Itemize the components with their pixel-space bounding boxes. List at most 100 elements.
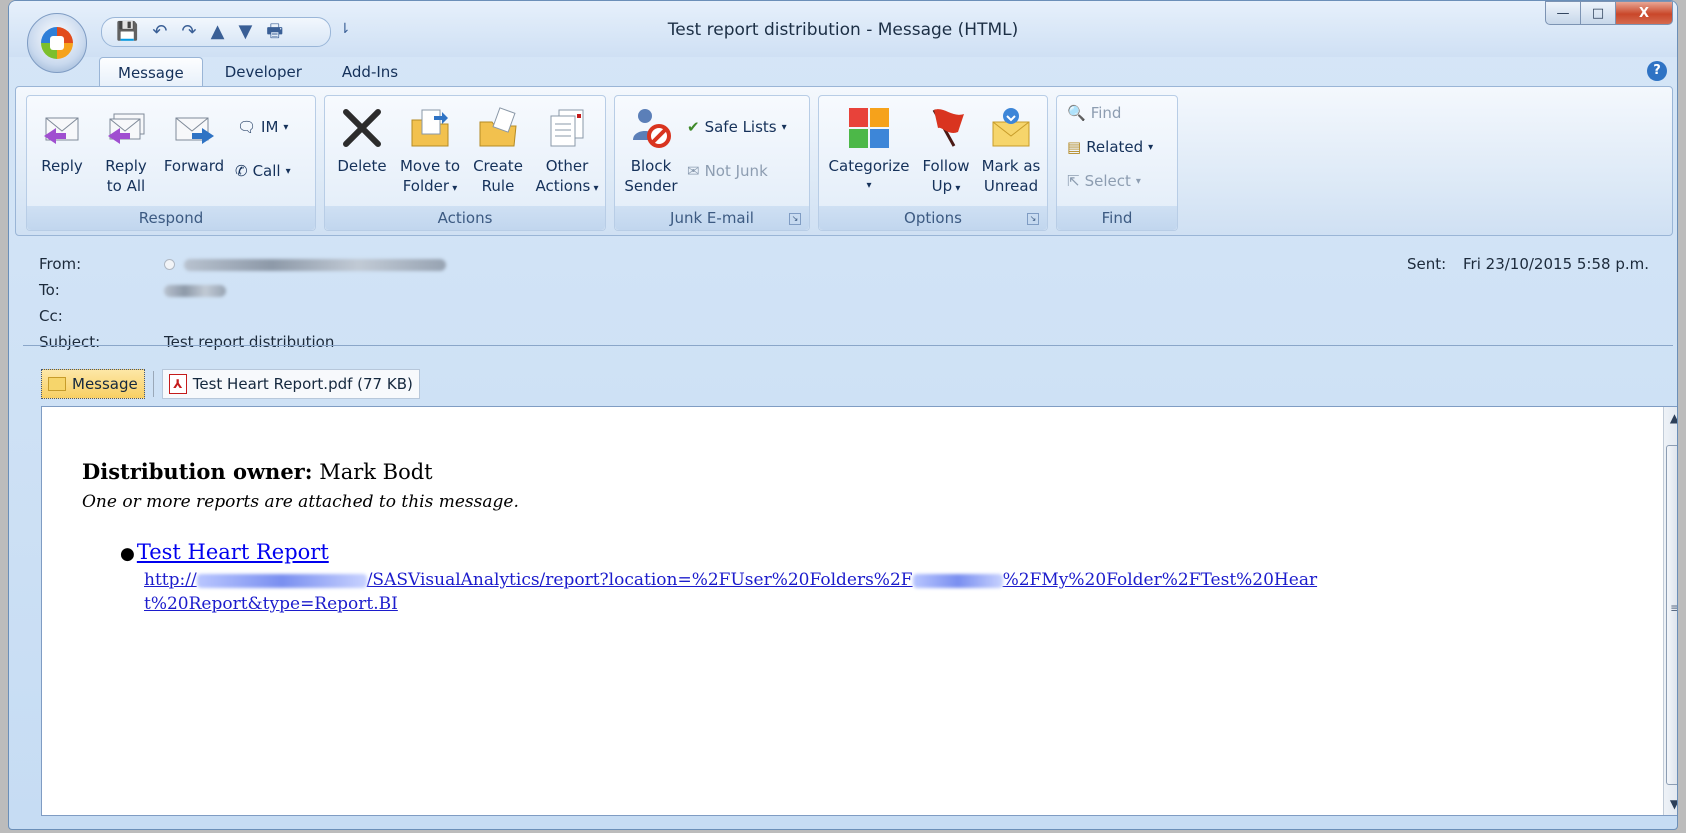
tab-message[interactable]: Message	[99, 57, 203, 87]
forward-button[interactable]: Forward	[159, 96, 229, 176]
help-icon[interactable]: ?	[1647, 61, 1667, 81]
grip-icon: ≡	[1670, 602, 1677, 614]
move-to-folder-button[interactable]: Move to Folder ▾	[395, 96, 465, 199]
from-value[interactable]	[164, 255, 446, 273]
dropdown-arrow-icon: ▾	[952, 183, 961, 194]
redacted-sender	[183, 258, 446, 271]
office-logo-icon	[41, 27, 73, 59]
group-label-actions: Actions	[325, 206, 605, 230]
report-url[interactable]: http:///SASVisualAnalytics/report?locati…	[144, 568, 1334, 616]
dropdown-arrow-icon: ▾	[1135, 175, 1141, 187]
close-button[interactable]: X	[1615, 1, 1673, 25]
safe-lists-icon: ✔	[687, 118, 700, 136]
not-junk-button[interactable]: ✉ Not Junk	[687, 162, 768, 180]
follow-up-button[interactable]: Follow Up ▾	[917, 96, 975, 199]
ribbon: Reply Reply to All Forward 🗨 IM ▾ ✆ Call…	[15, 86, 1673, 236]
group-label-options: Options	[819, 206, 1047, 230]
report-list: ●Test Heart Report http:///SASVisualAnal…	[120, 540, 1334, 616]
forward-icon	[171, 102, 217, 154]
message-header: From: To: Cc: Subject: Test report distr…	[23, 241, 1673, 351]
reply-all-button[interactable]: Reply to All	[95, 96, 157, 196]
related-button[interactable]: ▤ Related ▾	[1067, 138, 1153, 156]
dialog-launcher-icon[interactable]: ↘	[789, 213, 801, 225]
related-icon: ▤	[1067, 138, 1082, 156]
sent-label: Sent:	[1407, 255, 1447, 273]
rule-folder-icon	[475, 102, 521, 154]
attachment-separator	[152, 371, 154, 397]
folder-move-icon	[407, 102, 453, 154]
redacted-recipient	[164, 284, 226, 297]
envelope-icon	[48, 377, 66, 391]
create-rule-button[interactable]: Create Rule	[467, 96, 529, 196]
presence-icon	[164, 259, 175, 270]
block-sender-button[interactable]: Block Sender	[619, 96, 683, 196]
pdf-icon: ⅄	[168, 374, 187, 394]
message-body[interactable]: Distribution owner: Mark Bodt One or mor…	[41, 406, 1677, 816]
im-button[interactable]: 🗨 IM ▾	[237, 118, 288, 136]
mark-as-unread-button[interactable]: Mark as Unread	[977, 96, 1045, 196]
dropdown-arrow-icon: ▾	[449, 183, 458, 194]
group-label-find: Find	[1057, 206, 1177, 230]
binoculars-icon: 🔍	[1067, 104, 1086, 122]
vertical-scrollbar[interactable]: ▲ ≡ ▼	[1663, 407, 1677, 815]
group-label-respond: Respond	[27, 206, 315, 230]
title-bar: 💾 ↶ ↷ ▲ ▼ 🖶 ⇂ Test report distribution -…	[9, 1, 1677, 73]
window-title: Test report distribution - Message (HTML…	[667, 20, 1019, 40]
group-label-junk-email: Junk E-mail	[615, 206, 809, 230]
to-label: To:	[39, 281, 60, 299]
dropdown-arrow-icon: ▾	[285, 165, 291, 177]
categorize-button[interactable]: Categorize ▾	[823, 96, 915, 196]
from-label: From:	[39, 255, 82, 273]
window-controls: — □ X	[1545, 1, 1673, 25]
find-button[interactable]: 🔍 Find	[1067, 104, 1121, 122]
tab-add-ins[interactable]: Add-Ins	[324, 57, 416, 87]
bullet-icon: ●	[120, 544, 135, 564]
select-button[interactable]: ⇱ Select ▾	[1067, 172, 1141, 190]
message-tab[interactable]: Message	[41, 369, 145, 399]
distribution-owner: Distribution owner: Mark Bodt	[82, 459, 433, 484]
other-actions-button[interactable]: Other Actions ▾	[531, 96, 603, 199]
dropdown-arrow-icon: ▾	[781, 121, 787, 133]
cursor-icon: ⇱	[1067, 172, 1080, 190]
reply-button[interactable]: Reply	[33, 96, 91, 176]
group-actions: Delete Move to Folder ▾ Create Rule Othe…	[324, 95, 606, 231]
dropdown-arrow-icon: ▾	[283, 121, 289, 133]
attachment-pdf[interactable]: ⅄ Test Heart Report.pdf (77 KB)	[161, 369, 420, 399]
dropdown-arrow-icon: ▾	[866, 180, 872, 191]
group-junk-email: Block Sender ✔ Safe Lists ▾ ✉ Not Junk J…	[614, 95, 810, 231]
call-button[interactable]: ✆ Call ▾	[235, 162, 291, 180]
sent-value: Fri 23/10/2015 5:58 p.m.	[1463, 255, 1649, 273]
scroll-up-icon[interactable]: ▲	[1665, 407, 1677, 429]
not-junk-icon: ✉	[687, 162, 700, 180]
body-content: Distribution owner: Mark Bodt One or mor…	[82, 459, 1334, 616]
scroll-down-icon[interactable]: ▼	[1665, 793, 1677, 815]
reply-icon	[39, 102, 85, 154]
maximize-button[interactable]: □	[1580, 1, 1616, 25]
office-button[interactable]	[27, 13, 87, 73]
attachment-note: One or more reports are attached to this…	[82, 492, 519, 512]
dropdown-arrow-icon: ▾	[590, 183, 599, 194]
unread-envelope-icon	[988, 102, 1034, 154]
subject-label: Subject:	[39, 333, 101, 351]
sent-row: Sent: Fri 23/10/2015 5:58 p.m.	[1407, 255, 1649, 273]
delete-x-icon	[339, 102, 385, 154]
block-sender-icon	[628, 102, 674, 154]
scroll-thumb[interactable]: ≡	[1666, 445, 1677, 785]
to-value[interactable]	[164, 281, 226, 299]
message-window: 💾 ↶ ↷ ▲ ▼ 🖶 ⇂ Test report distribution -…	[8, 0, 1678, 830]
redacted-host	[196, 573, 367, 588]
minimize-button[interactable]: —	[1545, 1, 1581, 25]
report-link[interactable]: Test Heart Report	[137, 540, 329, 564]
dialog-launcher-icon[interactable]: ↘	[1027, 213, 1039, 225]
list-item: ●Test Heart Report	[120, 540, 1334, 564]
categorize-icon	[846, 102, 892, 154]
reply-all-icon	[103, 102, 149, 154]
phone-icon: ✆	[235, 162, 248, 180]
delete-button[interactable]: Delete	[331, 96, 393, 176]
chat-bubble-icon: 🗨	[237, 118, 257, 136]
dropdown-arrow-icon: ▾	[1148, 141, 1154, 153]
group-options: Categorize ▾ Follow Up ▾ Mark as Unread …	[818, 95, 1048, 231]
safe-lists-button[interactable]: ✔ Safe Lists ▾	[687, 118, 787, 136]
attachment-bar: Message ⅄ Test Heart Report.pdf (77 KB)	[41, 369, 420, 399]
tab-developer[interactable]: Developer	[207, 57, 320, 87]
